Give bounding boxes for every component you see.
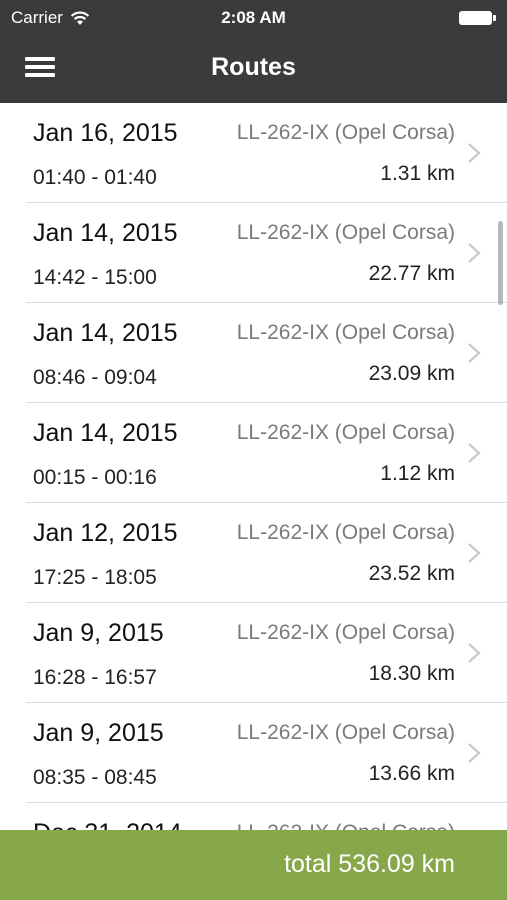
page-title: Routes [211, 53, 296, 81]
status-time: 2:08 AM [221, 8, 286, 27]
route-distance: 18.30 km [368, 662, 455, 685]
route-date: Dec 31, 2014 [33, 819, 182, 830]
route-vehicle: LL-262-IX (Opel Corsa) [236, 721, 455, 744]
chevron-right-icon [468, 643, 481, 663]
route-row[interactable]: Jan 16, 2015 01:40 - 01:40 LL-262-IX (Op… [0, 103, 507, 203]
route-row[interactable]: Jan 14, 2015 14:42 - 15:00 LL-262-IX (Op… [0, 203, 507, 303]
route-row[interactable]: Jan 9, 2015 16:28 - 16:57 LL-262-IX (Ope… [0, 603, 507, 703]
route-row[interactable]: Jan 14, 2015 00:15 - 00:16 LL-262-IX (Op… [0, 403, 507, 503]
route-distance: 1.31 km [380, 162, 455, 185]
app-header: Carrier 2:08 AM Routes [0, 0, 507, 103]
route-distance: 23.52 km [368, 562, 455, 585]
route-vehicle: LL-262-IX (Opel Corsa) [236, 221, 455, 244]
chevron-right-icon [468, 743, 481, 763]
route-distance: 23.09 km [368, 362, 455, 385]
total-distance-bar: total 536.09 km [0, 830, 507, 900]
route-vehicle: LL-262-IX (Opel Corsa) [237, 821, 455, 830]
route-date: Jan 14, 2015 [33, 319, 178, 347]
status-bar: Carrier 2:08 AM [0, 0, 507, 36]
route-vehicle: LL-262-IX (Opel Corsa) [236, 521, 455, 544]
route-date: Jan 9, 2015 [33, 619, 164, 647]
route-row[interactable]: Dec 31, 2014 LL-262-IX (Opel Corsa) [0, 803, 507, 830]
route-time-range: 08:35 - 08:45 [33, 766, 157, 789]
route-vehicle: LL-262-IX (Opel Corsa) [236, 121, 455, 144]
route-vehicle: LL-262-IX (Opel Corsa) [236, 321, 455, 344]
battery-icon [459, 11, 497, 25]
route-time-range: 00:15 - 00:16 [33, 466, 157, 489]
route-time-range: 08:46 - 09:04 [33, 366, 157, 389]
route-vehicle: LL-262-IX (Opel Corsa) [236, 621, 455, 644]
route-row[interactable]: Jan 12, 2015 17:25 - 18:05 LL-262-IX (Op… [0, 503, 507, 603]
navigation-bar: Routes [0, 36, 507, 103]
route-date: Jan 9, 2015 [33, 719, 164, 747]
route-list[interactable]: Jan 16, 2015 01:40 - 01:40 LL-262-IX (Op… [0, 103, 507, 830]
route-time-range: 01:40 - 01:40 [33, 166, 157, 189]
chevron-right-icon [468, 143, 481, 163]
chevron-right-icon [468, 243, 481, 263]
route-time-range: 17:25 - 18:05 [33, 566, 157, 589]
chevron-right-icon [468, 543, 481, 563]
chevron-right-icon [468, 343, 481, 363]
route-date: Jan 14, 2015 [33, 419, 178, 447]
route-row[interactable]: Jan 14, 2015 08:46 - 09:04 LL-262-IX (Op… [0, 303, 507, 403]
route-distance: 1.12 km [380, 462, 455, 485]
route-date: Jan 12, 2015 [33, 519, 178, 547]
route-time-range: 16:28 - 16:57 [33, 666, 157, 689]
route-distance: 22.77 km [368, 262, 455, 285]
route-vehicle: LL-262-IX (Opel Corsa) [236, 421, 455, 444]
route-row[interactable]: Jan 9, 2015 08:35 - 08:45 LL-262-IX (Ope… [0, 703, 507, 803]
route-time-range: 14:42 - 15:00 [33, 266, 157, 289]
chevron-right-icon [468, 443, 481, 463]
route-date: Jan 16, 2015 [33, 119, 178, 147]
scroll-indicator[interactable] [498, 221, 503, 305]
route-distance: 13.66 km [368, 762, 455, 785]
route-date: Jan 14, 2015 [33, 219, 178, 247]
total-distance: total 536.09 km [284, 850, 455, 878]
